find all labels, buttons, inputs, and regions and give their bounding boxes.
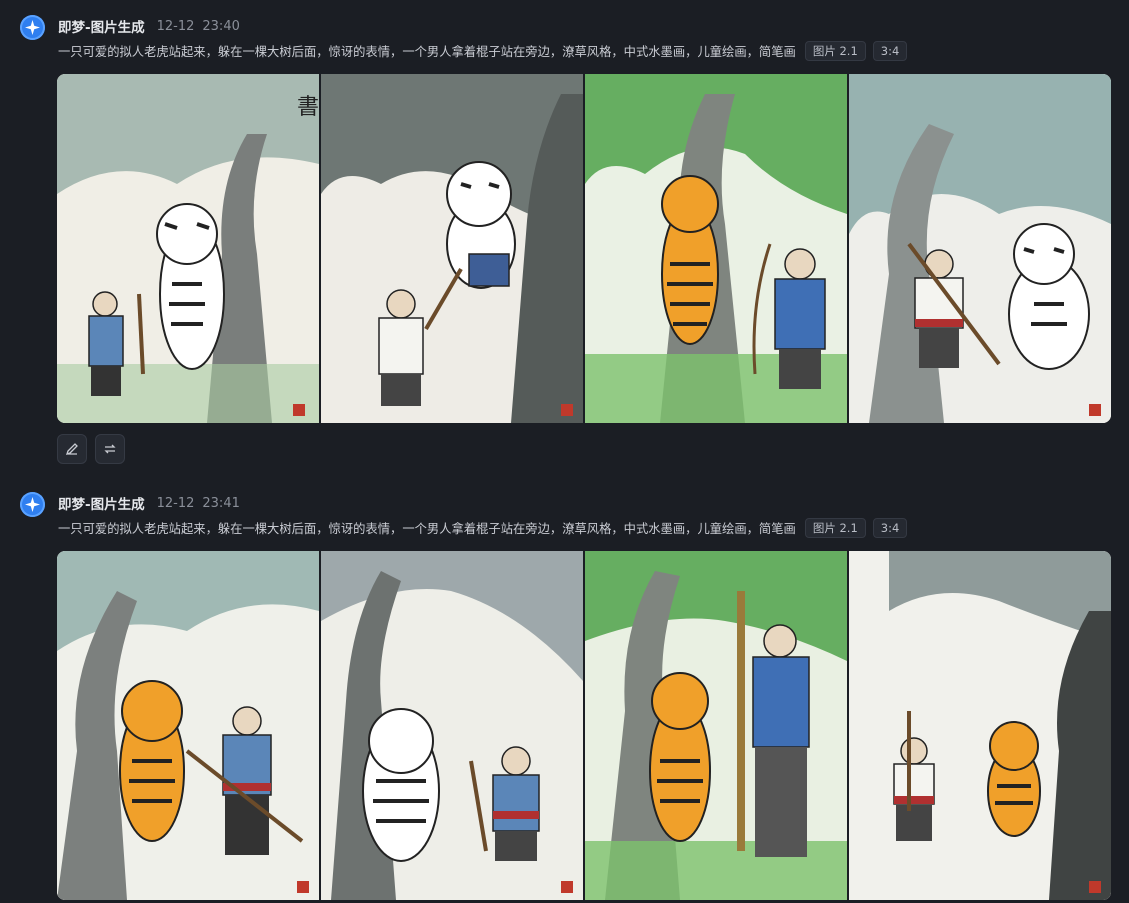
message-header: 即梦-图片生成 12-12 23:41 <box>58 493 240 514</box>
timestamp: 12-12 23:40 <box>157 19 240 34</box>
prompt-row: 一只可爱的拟人老虎站起来，躲在一棵大树后面，惊讶的表情，一个男人拿着棍子站在旁边… <box>58 40 908 62</box>
generated-image[interactable]: 書 <box>57 74 319 423</box>
ratio-tag: 3:4 <box>872 518 908 538</box>
sender-name: 即梦-图片生成 <box>58 497 145 513</box>
prompt-row: 一只可爱的拟人老虎站起来，躲在一棵大树后面，惊讶的表情，一个男人拿着棍子站在旁边… <box>58 517 908 539</box>
ratio-tag: 3:4 <box>872 41 908 61</box>
message-actions <box>57 434 125 464</box>
generated-image[interactable] <box>321 551 583 900</box>
timestamp: 12-12 23:41 <box>157 496 240 511</box>
prompt-text[interactable]: 一只可爱的拟人老虎站起来，躲在一棵大树后面，惊讶的表情，一个男人拿着棍子站在旁边… <box>58 519 796 537</box>
generated-image[interactable] <box>57 551 319 900</box>
generated-image[interactable] <box>849 74 1111 423</box>
image-grid <box>57 551 1111 900</box>
generated-image[interactable] <box>585 551 847 900</box>
message-header: 即梦-图片生成 12-12 23:40 <box>58 16 240 37</box>
timestamp-time: 23:40 <box>202 18 240 34</box>
prompt-text[interactable]: 一只可爱的拟人老虎站起来，躲在一棵大树后面，惊讶的表情，一个男人拿着棍子站在旁边… <box>58 42 796 60</box>
generated-image[interactable] <box>321 74 583 423</box>
image-grid: 書 <box>57 74 1111 423</box>
timestamp-date: 12-12 <box>156 18 195 34</box>
edit-button[interactable] <box>57 434 87 464</box>
generated-image[interactable] <box>849 551 1111 900</box>
regenerate-icon <box>104 444 116 454</box>
model-tag: 图片 2.1 <box>804 518 866 538</box>
generated-image[interactable] <box>585 74 847 423</box>
edit-icon <box>65 443 78 456</box>
sender-name: 即梦-图片生成 <box>58 20 145 36</box>
timestamp-time: 23:41 <box>202 495 240 511</box>
jimeng-logo-icon <box>20 15 45 40</box>
model-tag: 图片 2.1 <box>804 41 866 61</box>
chat-feed: 即梦-图片生成 12-12 23:40 一只可爱的拟人老虎站起来，躲在一棵大树后… <box>0 0 1129 903</box>
svg-text:書: 書 <box>297 95 319 120</box>
jimeng-logo-icon <box>20 492 45 517</box>
timestamp-date: 12-12 <box>156 495 195 511</box>
regenerate-button[interactable] <box>95 434 125 464</box>
